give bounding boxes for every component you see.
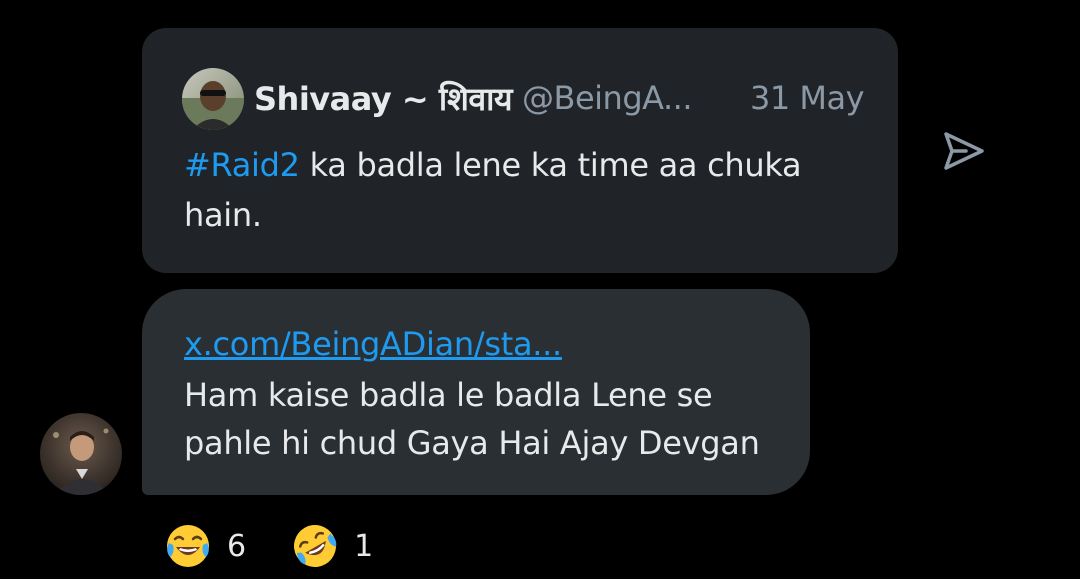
quoted-post-text: #Raid2 ka badla lene ka time aa chuka ha… — [184, 140, 864, 240]
reaction-count: 6 — [227, 528, 247, 564]
reactions-bar: 6 1 — [163, 520, 417, 572]
face-with-tears-of-joy-icon — [167, 525, 209, 567]
reaction-count: 1 — [354, 528, 374, 564]
message-text: Ham kaise badla le badla Lene se pahle h… — [184, 376, 760, 462]
message-link[interactable]: x.com/BeingADian/sta... — [184, 325, 562, 363]
rolling-on-floor-laughing-icon — [294, 525, 337, 567]
sender-avatar[interactable] — [40, 413, 122, 495]
quoted-post-header: Shivaay ~ शिवाय @BeingA... 31 May — [254, 76, 865, 120]
reaction-joy[interactable]: 6 — [163, 521, 246, 571]
send-icon[interactable] — [940, 128, 988, 174]
hashtag-link[interactable]: #Raid2 — [184, 146, 300, 184]
quoted-author-name[interactable]: Shivaay ~ शिवाय — [254, 77, 513, 120]
dm-conversation: Shivaay ~ शिवाय @BeingA... 31 May #Raid2… — [0, 0, 1080, 579]
quoted-author-avatar[interactable] — [182, 68, 244, 130]
quoted-author-handle[interactable]: @BeingA... — [522, 79, 692, 117]
quoted-post-date: 31 May — [749, 79, 865, 117]
message-bubble[interactable]: x.com/BeingADian/sta... Ham kaise badla … — [142, 289, 810, 495]
reaction-rofl[interactable]: 1 — [290, 521, 373, 571]
quoted-post-card[interactable]: Shivaay ~ शिवाय @BeingA... 31 May #Raid2… — [142, 28, 898, 273]
